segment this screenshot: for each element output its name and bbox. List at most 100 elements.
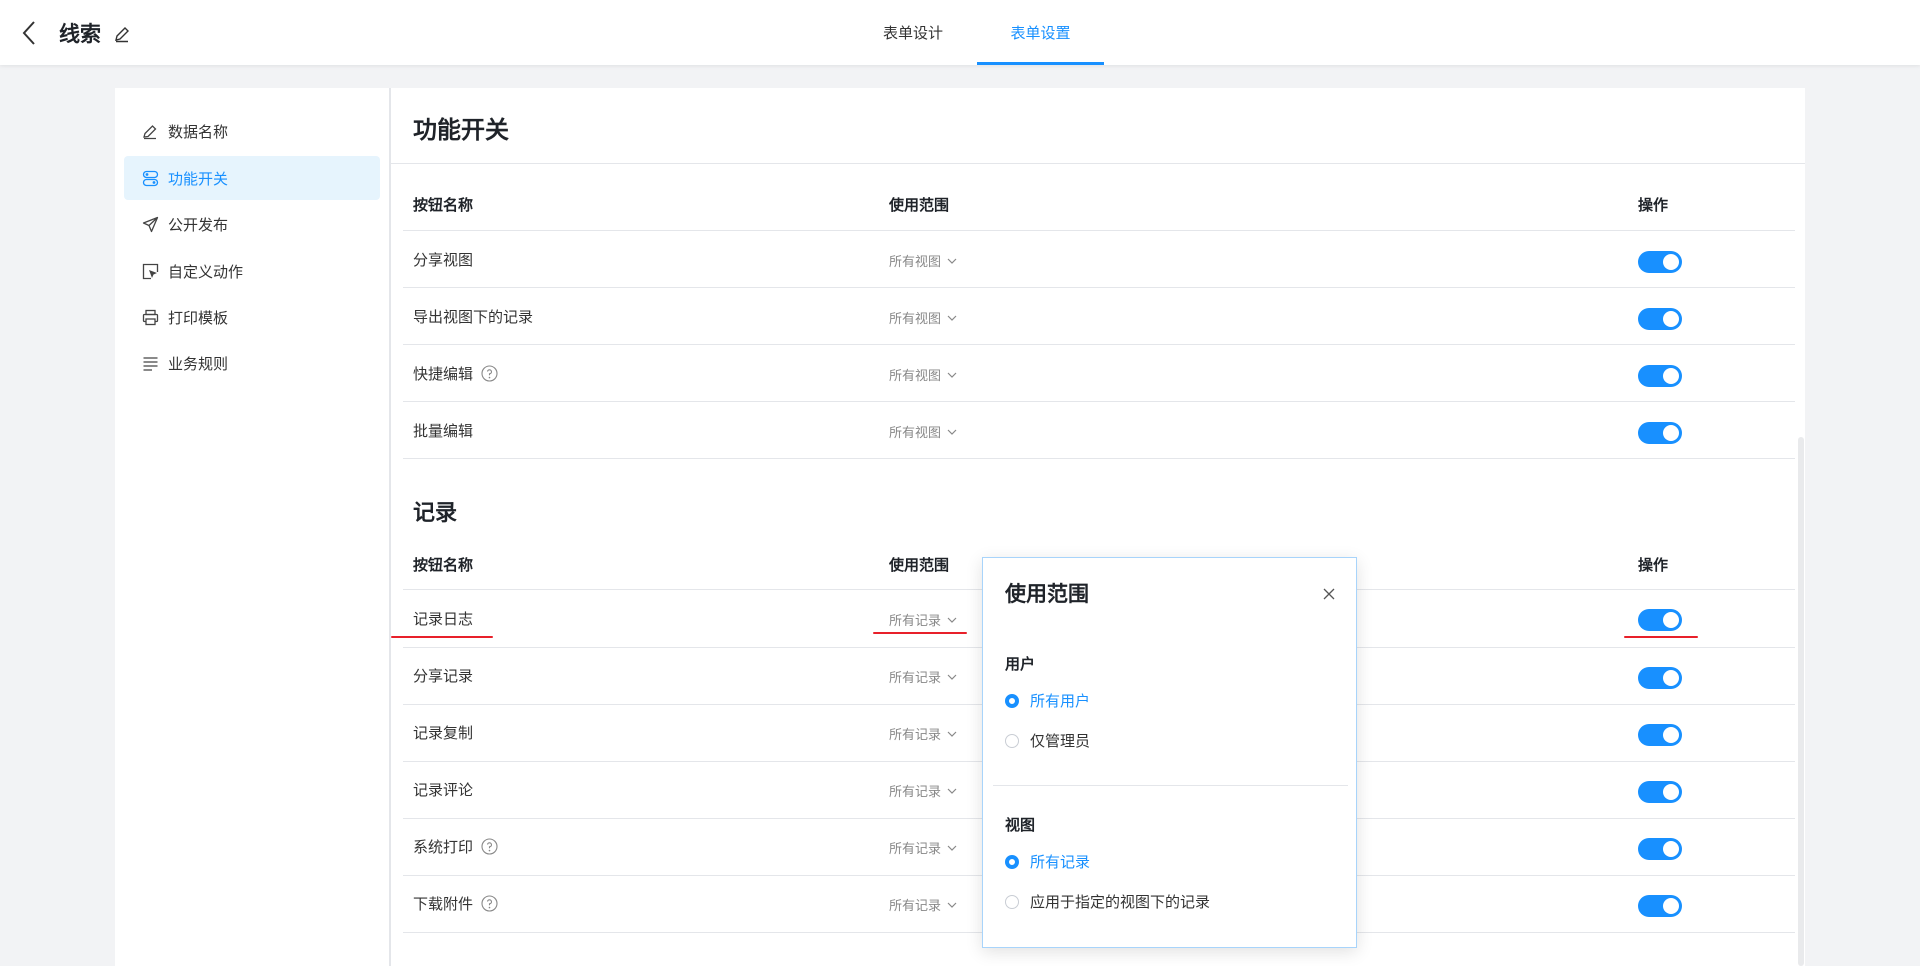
radio-label: 应用于指定的视图下的记录 — [1030, 893, 1211, 911]
scope-dropdown[interactable]: 所有视图 — [889, 251, 957, 270]
chevron-down-icon — [947, 788, 957, 794]
chevron-down-icon — [947, 731, 957, 737]
scrollbar[interactable] — [1798, 437, 1804, 966]
chevron-down-icon — [947, 429, 957, 435]
scope-dropdown[interactable]: 所有视图 — [889, 365, 957, 384]
back-button[interactable] — [20, 20, 38, 46]
radio-dot — [1005, 854, 1019, 869]
feature-toggle[interactable] — [1638, 422, 1682, 444]
help-circle-icon[interactable] — [481, 838, 498, 855]
row-divider — [403, 458, 1795, 459]
popover-title: 使用范围 — [1005, 582, 1089, 606]
sidebar-item-feature-switch[interactable]: 功能开关 — [124, 156, 380, 200]
scope-dropdown[interactable]: 所有记录 — [889, 610, 957, 629]
sidebar-item-business-rules[interactable]: 业务规则 — [124, 341, 380, 385]
sidebar-item-label: 自定义动作 — [168, 263, 244, 281]
row-divider — [403, 287, 1795, 288]
radio-label: 所有用户 — [1030, 692, 1091, 710]
row-divider — [403, 230, 1795, 231]
toggle-switch-icon — [142, 170, 159, 187]
cursor-box-icon — [142, 263, 159, 280]
column-header-action: 操作 — [1638, 556, 1669, 574]
app-title: 线索 — [59, 22, 101, 46]
chevron-down-icon — [947, 674, 957, 680]
radio-dot — [1005, 894, 1019, 909]
feature-toggle[interactable] — [1638, 724, 1682, 746]
close-icon — [1323, 588, 1335, 600]
scope-dropdown[interactable]: 所有记录 — [889, 667, 957, 686]
row-name: 快捷编辑 — [413, 363, 498, 384]
sidebar-item-label: 数据名称 — [168, 123, 229, 141]
feature-toggle[interactable] — [1638, 609, 1682, 631]
user-group-label: 用户 — [1005, 655, 1036, 673]
column-header-name: 按钮名称 — [413, 196, 474, 214]
row-name: 分享记录 — [413, 667, 474, 685]
chevron-left-icon — [22, 21, 35, 45]
radio-all-users[interactable]: 所有用户 — [1005, 690, 1090, 711]
scope-dropdown[interactable]: 所有记录 — [889, 838, 957, 857]
radio-specified-view-records[interactable]: 应用于指定的视图下的记录 — [1005, 891, 1210, 912]
chevron-down-icon — [947, 258, 957, 264]
help-circle-icon[interactable] — [481, 895, 498, 912]
scope-dropdown[interactable]: 所有记录 — [889, 895, 957, 914]
title-divider — [391, 163, 1805, 164]
annotation-underline — [391, 636, 493, 638]
radio-all-records[interactable]: 所有记录 — [1005, 851, 1090, 872]
pencil-icon — [115, 27, 129, 43]
radio-label: 仅管理员 — [1030, 732, 1091, 750]
column-header-scope: 使用范围 — [889, 556, 950, 574]
radio-dot — [1005, 693, 1019, 708]
feature-toggle[interactable] — [1638, 838, 1682, 860]
pencil-icon — [143, 125, 157, 140]
section-title-record: 记录 — [413, 501, 458, 526]
chevron-down-icon — [947, 315, 957, 321]
sidebar-item-publish[interactable]: 公开发布 — [124, 202, 380, 246]
row-name: 记录日志 — [413, 610, 474, 628]
list-lines-icon — [143, 357, 158, 371]
scope-dropdown[interactable]: 所有记录 — [889, 724, 957, 743]
sidebar-item-data-name[interactable]: 数据名称 — [124, 109, 380, 153]
popover-divider — [993, 785, 1348, 786]
chevron-down-icon — [947, 372, 957, 378]
edit-title-button[interactable] — [113, 25, 131, 43]
radio-admin-only[interactable]: 仅管理员 — [1005, 730, 1090, 751]
page-title: 功能开关 — [413, 116, 509, 144]
chevron-down-icon — [947, 902, 957, 908]
row-divider — [403, 344, 1795, 345]
scope-dropdown[interactable]: 所有视图 — [889, 422, 957, 441]
top-header: 线索 表单设计 表单设置 — [0, 0, 1920, 65]
feature-toggle[interactable] — [1638, 667, 1682, 689]
annotation-underline — [1624, 636, 1698, 638]
feature-toggle[interactable] — [1638, 895, 1682, 917]
view-group-label: 视图 — [1005, 816, 1036, 834]
row-name: 记录评论 — [413, 781, 474, 799]
column-header-action: 操作 — [1638, 196, 1669, 214]
close-button[interactable] — [1323, 588, 1335, 600]
feature-toggle[interactable] — [1638, 781, 1682, 803]
row-name: 导出视图下的记录 — [413, 308, 534, 326]
chevron-down-icon — [947, 617, 957, 623]
sidebar-item-custom-action[interactable]: 自定义动作 — [124, 249, 380, 293]
scope-dropdown[interactable]: 所有视图 — [889, 308, 957, 327]
settings-sidebar: 数据名称 功能开关 公开发布 自定义动作 打印模板 业务规则 — [115, 88, 389, 966]
row-name: 系统打印 — [413, 836, 498, 857]
sidebar-item-label: 功能开关 — [168, 170, 229, 188]
scope-dropdown[interactable]: 所有记录 — [889, 781, 957, 800]
row-divider — [403, 401, 1795, 402]
column-header-scope: 使用范围 — [889, 196, 950, 214]
chevron-down-icon — [947, 845, 957, 851]
feature-toggle[interactable] — [1638, 365, 1682, 387]
sidebar-item-print-template[interactable]: 打印模板 — [124, 295, 380, 339]
feature-toggle[interactable] — [1638, 308, 1682, 330]
printer-icon — [142, 309, 159, 326]
paper-plane-icon — [142, 216, 159, 233]
row-name: 批量编辑 — [413, 422, 474, 440]
sidebar-item-label: 公开发布 — [168, 216, 229, 234]
tab-form-settings[interactable]: 表单设置 — [977, 0, 1104, 65]
sidebar-item-label: 打印模板 — [168, 309, 229, 327]
help-circle-icon[interactable] — [481, 365, 498, 382]
column-header-name: 按钮名称 — [413, 556, 474, 574]
row-name: 下载附件 — [413, 893, 498, 914]
feature-toggle[interactable] — [1638, 251, 1682, 273]
tab-form-design[interactable]: 表单设计 — [860, 0, 966, 65]
